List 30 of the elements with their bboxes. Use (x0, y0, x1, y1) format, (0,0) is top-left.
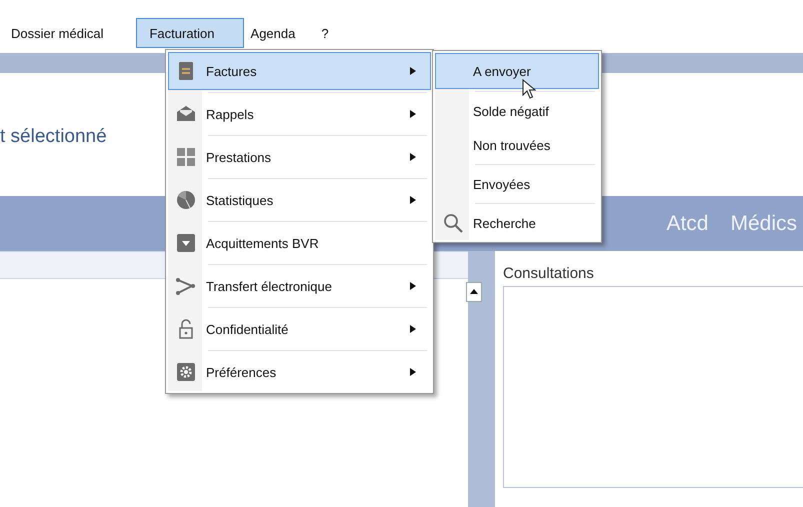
menu-item[interactable]: Non trouvées (435, 128, 599, 162)
menu-item[interactable]: Préférences (168, 353, 431, 391)
envelope-icon (176, 104, 196, 124)
header-text: t sélectionné (0, 126, 107, 147)
menu-item[interactable]: Acquittements BVR (168, 224, 431, 262)
document-icon (176, 61, 196, 81)
box-icon (176, 233, 196, 253)
gear-icon (176, 362, 196, 382)
menu-item[interactable]: Statistiques (168, 181, 431, 219)
menu-bar-item[interactable]: ? (314, 18, 348, 48)
menu-item[interactable]: Transfert électronique (168, 267, 431, 305)
scroll-up-button[interactable] (466, 282, 482, 302)
panel-title: Consultations (503, 265, 594, 282)
menu-item[interactable]: Solde négatif (435, 94, 599, 128)
search-icon (443, 213, 463, 233)
grid-icon (176, 147, 196, 167)
branch-icon (176, 276, 196, 296)
pie-chart-icon (176, 190, 196, 210)
menu-item[interactable]: Confidentialité (168, 310, 431, 348)
menu-bar-item[interactable]: Agenda (244, 18, 314, 48)
menu-item[interactable]: Envoyées (435, 167, 599, 201)
menu-bar-item[interactable]: Dossier médical (4, 18, 122, 48)
menu-item[interactable]: Prestations (168, 138, 431, 176)
menu-item[interactable]: A envoyer (435, 53, 599, 89)
menu-item[interactable]: Factures (168, 52, 431, 90)
menu-bar-item[interactable]: Facturation (136, 18, 244, 48)
menu-item[interactable]: Recherche (435, 206, 599, 240)
up-arrow-icon (470, 289, 478, 294)
menu-item[interactable]: Rappels (168, 95, 431, 133)
mouse-pointer-icon (522, 79, 536, 100)
